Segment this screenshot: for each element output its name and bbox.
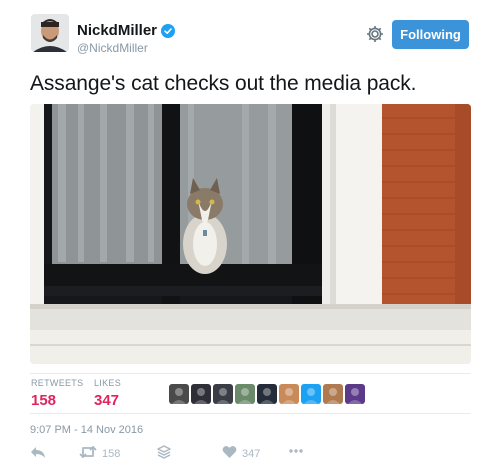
tweet-timestamp[interactable]: 9:07 PM - 14 Nov 2016	[30, 424, 143, 436]
display-name[interactable]: NickdMiller	[77, 22, 157, 39]
retweet-icon	[79, 445, 97, 462]
liker-avatar[interactable]	[323, 384, 343, 404]
likes-label: LIKES	[94, 378, 122, 388]
tweet-text: Assange's cat checks out the media pack.	[30, 72, 417, 95]
liker-avatar[interactable]	[301, 384, 321, 404]
reply-button[interactable]	[30, 445, 46, 462]
more-icon	[288, 445, 304, 457]
liker-avatar[interactable]	[257, 384, 277, 404]
like-count: 347	[242, 447, 261, 460]
divider	[30, 413, 471, 414]
liker-avatar[interactable]	[213, 384, 233, 404]
tweet-photo[interactable]	[30, 104, 471, 364]
likes-count: 347	[94, 392, 120, 409]
likes-stat[interactable]: LIKES 347	[94, 378, 121, 409]
retweet-button[interactable]: 158	[79, 445, 120, 462]
gear-icon[interactable]	[365, 24, 385, 44]
liker-avatar[interactable]	[235, 384, 255, 404]
reply-icon	[30, 445, 46, 462]
tweet-actions: 158 347	[30, 445, 470, 465]
retweets-stat[interactable]: RETWEETS 158	[31, 378, 83, 409]
retweets-label: RETWEETS	[31, 378, 84, 388]
heart-icon	[222, 445, 237, 462]
more-button[interactable]	[288, 445, 304, 457]
divider	[30, 373, 471, 374]
liker-avatar[interactable]	[191, 384, 211, 404]
likers-avatar-list	[169, 384, 365, 404]
tweet-header: NickdMiller @NickdMiller Following	[0, 0, 500, 64]
user-handle[interactable]: @NickdMiller	[77, 41, 148, 55]
stack-icon	[157, 445, 171, 462]
like-button[interactable]: 347	[222, 445, 260, 462]
retweets-count: 158	[31, 392, 57, 409]
following-button[interactable]: Following	[392, 20, 469, 49]
name-row: NickdMiller	[77, 22, 176, 39]
liker-avatar[interactable]	[169, 384, 189, 404]
retweet-count: 158	[102, 447, 121, 460]
liker-avatar[interactable]	[345, 384, 365, 404]
liker-avatar[interactable]	[279, 384, 299, 404]
moments-button[interactable]	[157, 445, 171, 462]
verified-icon	[161, 23, 176, 38]
avatar[interactable]	[31, 14, 69, 52]
